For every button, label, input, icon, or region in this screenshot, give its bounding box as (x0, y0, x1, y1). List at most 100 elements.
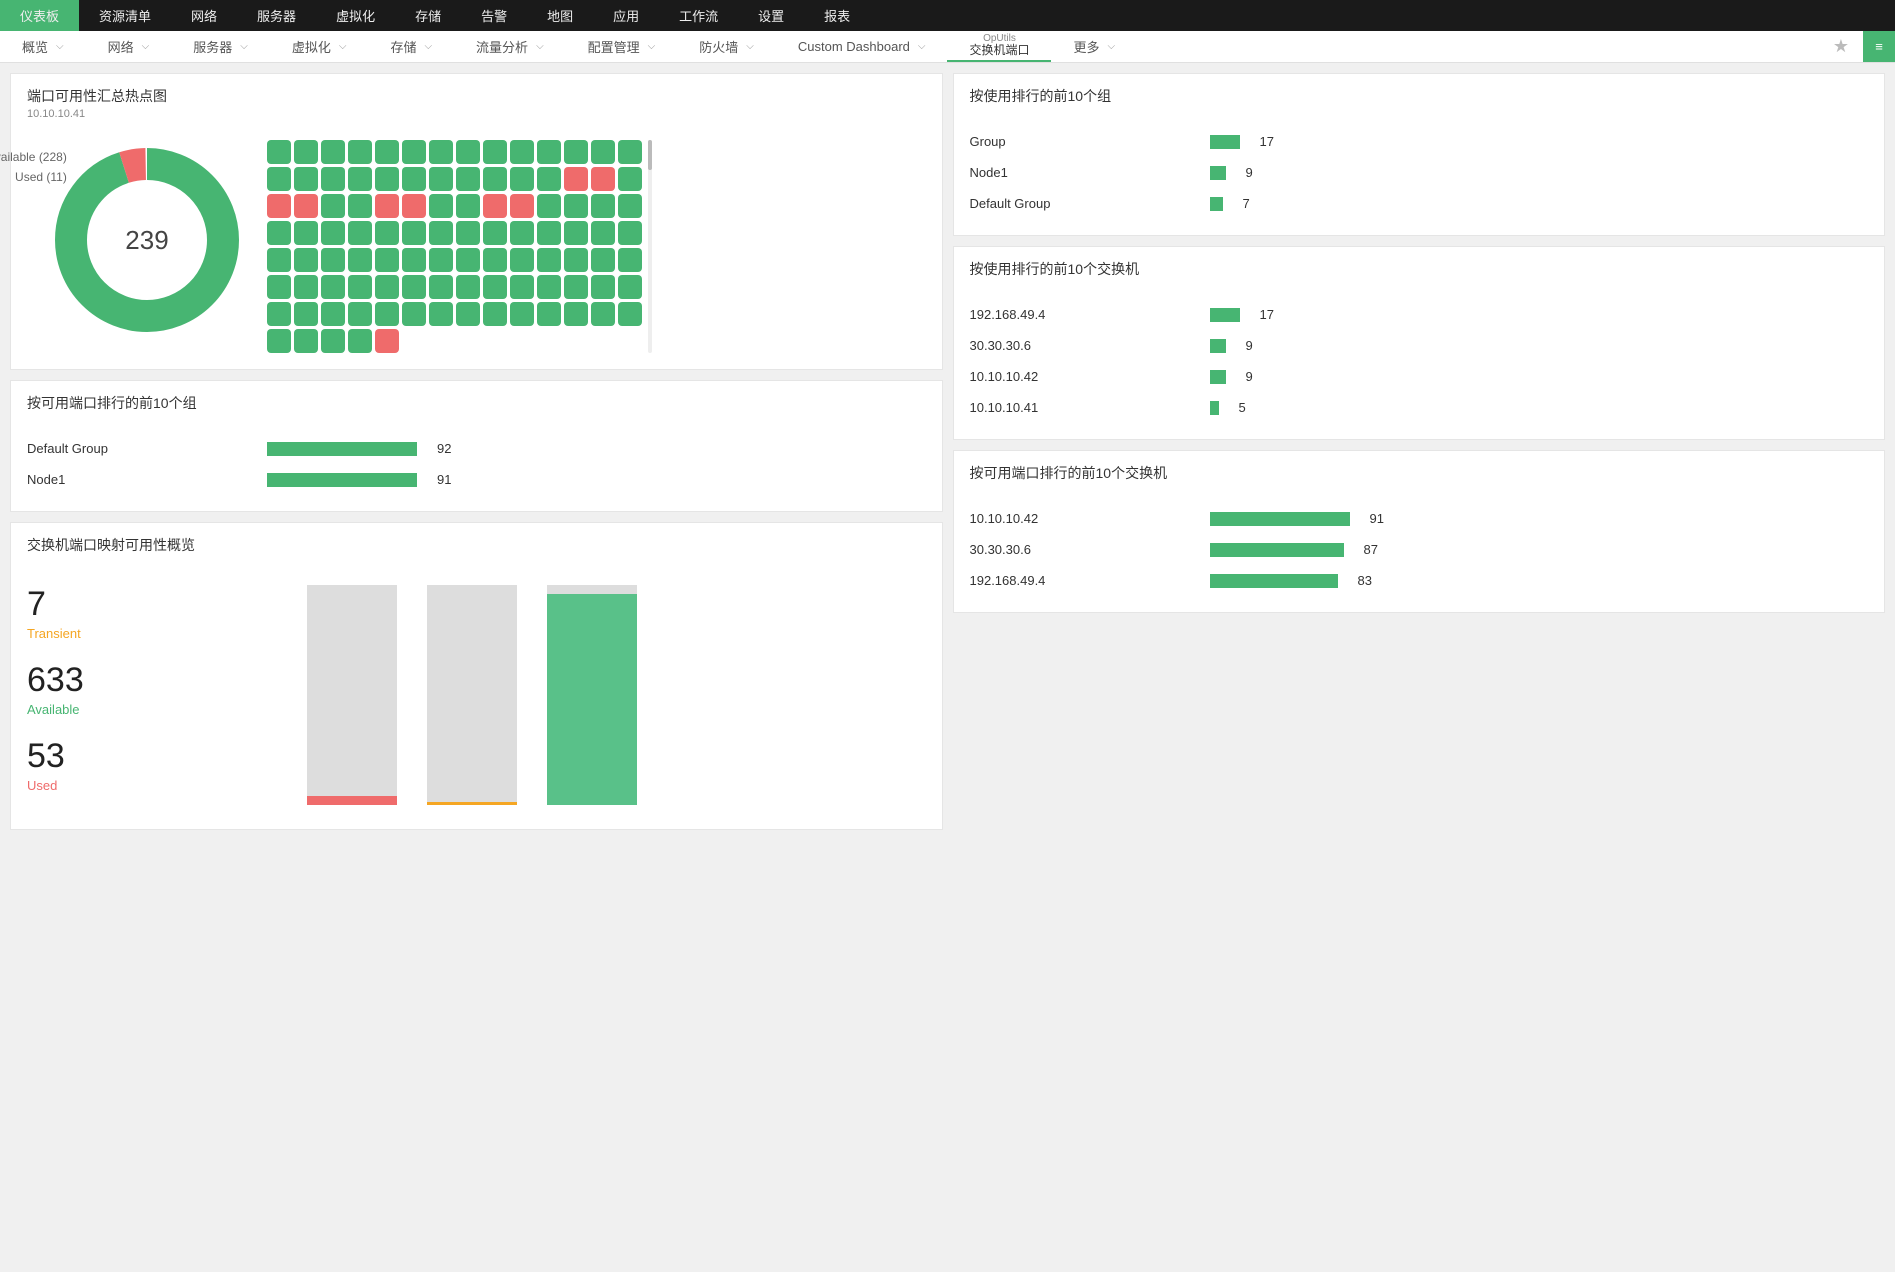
port-cell-available[interactable] (537, 167, 561, 191)
topnav-item[interactable]: 工作流 (659, 0, 738, 31)
port-cell-used[interactable] (564, 167, 588, 191)
star-icon[interactable]: ★ (1819, 31, 1863, 62)
port-cell-available[interactable] (456, 248, 480, 272)
port-cell-available[interactable] (267, 140, 291, 164)
subnav-item[interactable]: 防火墙⌵ (677, 31, 776, 62)
bar-row[interactable]: 10.10.10.4291 (970, 503, 1869, 534)
bar-row[interactable]: 192.168.49.483 (970, 565, 1869, 596)
port-cell-available[interactable] (402, 221, 426, 245)
port-cell-available[interactable] (456, 221, 480, 245)
bar-row[interactable]: Default Group7 (970, 188, 1869, 219)
port-cell-available[interactable] (483, 248, 507, 272)
port-cell-available[interactable] (483, 302, 507, 326)
port-cell-available[interactable] (348, 275, 372, 299)
port-cell-available[interactable] (267, 221, 291, 245)
port-cell-available[interactable] (294, 329, 318, 353)
subnav-item[interactable]: 服务器⌵ (171, 31, 270, 62)
port-cell-available[interactable] (591, 275, 615, 299)
bar-row[interactable]: Node19 (970, 157, 1869, 188)
subnav-item[interactable]: Custom Dashboard⌵ (776, 31, 948, 62)
port-cell-available[interactable] (564, 221, 588, 245)
menu-icon[interactable]: ≡ (1863, 31, 1895, 62)
port-cell-available[interactable] (510, 248, 534, 272)
port-cell-available[interactable] (429, 302, 453, 326)
heatmap-scroll[interactable] (267, 140, 652, 353)
port-cell-used[interactable] (375, 194, 399, 218)
port-cell-available[interactable] (429, 167, 453, 191)
port-cell-available[interactable] (402, 167, 426, 191)
port-cell-available[interactable] (294, 248, 318, 272)
port-cell-available[interactable] (321, 140, 345, 164)
port-cell-available[interactable] (456, 275, 480, 299)
port-cell-available[interactable] (321, 194, 345, 218)
bar-row[interactable]: 10.10.10.429 (970, 361, 1869, 392)
port-cell-available[interactable] (429, 248, 453, 272)
port-cell-available[interactable] (618, 167, 642, 191)
port-cell-available[interactable] (510, 221, 534, 245)
port-cell-available[interactable] (564, 140, 588, 164)
port-cell-available[interactable] (267, 302, 291, 326)
port-cell-available[interactable] (375, 140, 399, 164)
topnav-item[interactable]: 服务器 (237, 0, 316, 31)
port-cell-available[interactable] (321, 302, 345, 326)
port-cell-available[interactable] (375, 221, 399, 245)
port-cell-available[interactable] (321, 221, 345, 245)
scrollbar-thumb[interactable] (648, 140, 652, 170)
port-cell-available[interactable] (456, 302, 480, 326)
subnav-item-selected[interactable]: OpUtils交换机端口 (947, 31, 1051, 62)
bar-row[interactable]: 30.30.30.69 (970, 330, 1869, 361)
port-cell-available[interactable] (537, 221, 561, 245)
port-cell-available[interactable] (321, 248, 345, 272)
port-cell-available[interactable] (348, 302, 372, 326)
port-cell-available[interactable] (402, 302, 426, 326)
bar-row[interactable]: 30.30.30.687 (970, 534, 1869, 565)
port-cell-available[interactable] (618, 194, 642, 218)
port-cell-available[interactable] (564, 194, 588, 218)
port-cell-available[interactable] (375, 248, 399, 272)
port-cell-available[interactable] (456, 140, 480, 164)
port-cell-available[interactable] (618, 275, 642, 299)
column-transient[interactable] (427, 585, 517, 805)
port-cell-used[interactable] (294, 194, 318, 218)
port-cell-available[interactable] (321, 167, 345, 191)
bar-row[interactable]: 10.10.10.415 (970, 392, 1869, 423)
port-cell-available[interactable] (591, 221, 615, 245)
port-cell-used[interactable] (483, 194, 507, 218)
port-cell-available[interactable] (510, 167, 534, 191)
port-cell-available[interactable] (321, 329, 345, 353)
port-cell-available[interactable] (429, 194, 453, 218)
donut-chart[interactable]: 239 (47, 140, 247, 340)
topnav-item[interactable]: 网络 (171, 0, 237, 31)
port-cell-used[interactable] (267, 194, 291, 218)
port-cell-available[interactable] (348, 140, 372, 164)
port-cell-available[interactable] (267, 329, 291, 353)
port-cell-available[interactable] (429, 221, 453, 245)
port-cell-used[interactable] (510, 194, 534, 218)
port-cell-available[interactable] (294, 275, 318, 299)
port-cell-available[interactable] (537, 302, 561, 326)
port-cell-available[interactable] (591, 194, 615, 218)
port-cell-available[interactable] (375, 302, 399, 326)
port-cell-available[interactable] (321, 275, 345, 299)
port-cell-available[interactable] (564, 275, 588, 299)
port-cell-available[interactable] (348, 221, 372, 245)
subnav-item[interactable]: 概览⌵ (0, 31, 86, 62)
port-cell-available[interactable] (618, 302, 642, 326)
port-cell-available[interactable] (618, 221, 642, 245)
bar-row[interactable]: Group17 (970, 126, 1869, 157)
port-cell-available[interactable] (294, 167, 318, 191)
port-cell-available[interactable] (348, 194, 372, 218)
bar-row[interactable]: 192.168.49.417 (970, 299, 1869, 330)
port-cell-available[interactable] (456, 167, 480, 191)
port-cell-available[interactable] (510, 302, 534, 326)
topnav-item[interactable]: 地图 (527, 0, 593, 31)
port-cell-available[interactable] (348, 329, 372, 353)
port-cell-available[interactable] (456, 194, 480, 218)
subnav-item[interactable]: 虚拟化⌵ (270, 31, 369, 62)
port-cell-available[interactable] (618, 140, 642, 164)
bar-row[interactable]: Node191 (27, 464, 926, 495)
port-cell-available[interactable] (294, 221, 318, 245)
topnav-item[interactable]: 告警 (461, 0, 527, 31)
subnav-item[interactable]: 存储⌵ (368, 31, 454, 62)
port-cell-available[interactable] (429, 140, 453, 164)
